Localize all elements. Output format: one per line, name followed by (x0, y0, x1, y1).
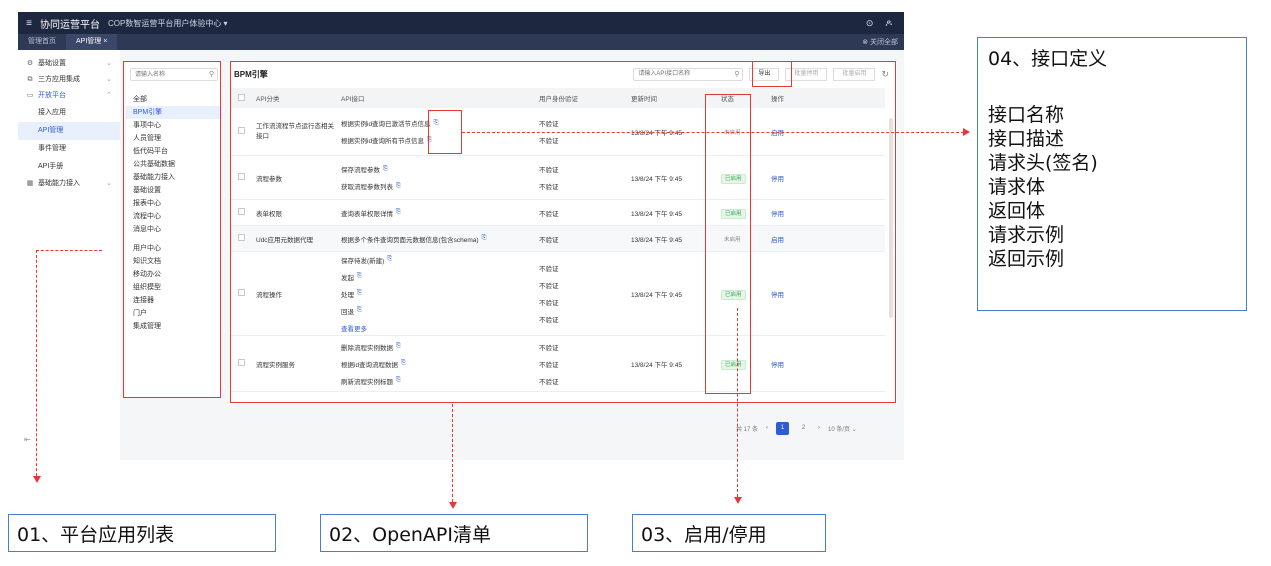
user-icon[interactable]: ዶ (885, 18, 892, 29)
monitor-icon: ▭ (26, 92, 34, 99)
nav-item-event-management[interactable]: 事件管理 (18, 140, 120, 158)
status-column-highlight (705, 94, 751, 394)
nav-group-basic-settings[interactable]: ⚙ 基础设置 ⌄ (18, 56, 120, 72)
doc-icon-highlight (428, 110, 462, 154)
gear-icon: ⚙ (26, 60, 34, 67)
category-list-highlight (123, 61, 221, 398)
brand-title: 协同运营平台 (40, 19, 100, 31)
top-bar: ≡ 协同运营平台 COP数智运营平台用户体验中心 ▾ ⊙ ዶ (18, 12, 904, 34)
enable-disable-callout: 03、启用/停用 (632, 514, 826, 552)
callout-title: 03、启用/停用 (641, 524, 767, 546)
callout-line: 返回示例 (988, 248, 1065, 270)
tab-api-management[interactable]: API管理 × (66, 34, 118, 50)
prev-page-button[interactable]: ‹ (766, 425, 768, 431)
tab-home[interactable]: 管理首页 (18, 34, 66, 50)
nav-group-label: 基础设置 (38, 60, 66, 67)
next-page-button[interactable]: › (818, 425, 820, 431)
integration-icon: ⧉ (27, 76, 33, 83)
arrow-down-icon (734, 497, 742, 504)
connector-line (36, 250, 37, 476)
nav-group-open-platform[interactable]: ▭ 开放平台 ⌃ (18, 88, 120, 104)
callout-line: 返回体 (988, 200, 1046, 222)
callout-line: 请求头(签名) (988, 152, 1098, 174)
collapse-sidebar-icon[interactable]: ⇤ (24, 435, 31, 444)
nav-item-api-manual[interactable]: API手册 (18, 158, 120, 176)
api-list-highlight (230, 61, 896, 403)
grid-icon: ▦ (26, 180, 34, 187)
sidebar-nav: ⚙ 基础设置 ⌄ ⧉ 三方应用集成 ⌄ ▭ 开放平台 ⌃ 接入应用 API管理 … (18, 50, 120, 460)
callout-line: 接口描述 (988, 128, 1065, 150)
callout-title: 02、OpenAPI清单 (329, 524, 491, 546)
page-number[interactable]: 2 (797, 422, 810, 435)
chevron-down-icon: ⌄ (106, 180, 112, 187)
export-highlight (752, 61, 792, 87)
arrow-down-icon (33, 476, 41, 483)
callout-line: 接口名称 (988, 104, 1065, 126)
interface-definition-callout: 04、接口定义 接口名称 接口描述 请求头(签名) 请求体 返回体 请求示例 返… (977, 37, 1247, 311)
close-all-tabs-button[interactable]: ⊗ 关闭全部 (862, 37, 904, 47)
connector-line (452, 404, 453, 502)
nav-group-label: 三方应用集成 (38, 76, 80, 83)
connector-line (462, 132, 964, 133)
callout-line: 请求体 (988, 176, 1046, 198)
page-size-select[interactable]: 10 条/页 ⌄ (828, 424, 857, 433)
menu-icon[interactable]: ≡ (18, 18, 40, 29)
nav-group-label: 开放平台 (38, 92, 66, 99)
callout-line: 请求示例 (988, 224, 1065, 246)
arrow-down-icon (449, 502, 457, 509)
arrow-right-icon (963, 128, 970, 136)
connector-line (36, 250, 102, 251)
tenant-switcher[interactable]: COP数智运营平台用户体验中心 ▾ (108, 18, 228, 29)
total-count: 共 17 条 (736, 426, 759, 433)
nav-group-third-party[interactable]: ⧉ 三方应用集成 ⌄ (18, 72, 120, 88)
nav-group-capability-access[interactable]: ▦ 基础能力接入 ⌄ (18, 176, 120, 192)
help-icon[interactable]: ⊙ (866, 18, 874, 29)
nav-group-label: 基础能力接入 (38, 180, 80, 187)
nav-item-access-apps[interactable]: 接入应用 (18, 104, 120, 122)
chevron-down-icon: ⌄ (106, 76, 112, 83)
chevron-down-icon: ⌄ (106, 60, 112, 67)
callout-title: 04、接口定义 (988, 48, 1108, 70)
tab-bar: 管理首页 API管理 × ⊗ 关闭全部 (18, 34, 904, 50)
connector-line (737, 308, 738, 497)
page-number[interactable]: 1 (776, 421, 790, 435)
app-list-callout: 01、平台应用列表 (8, 514, 276, 552)
callout-title: 01、平台应用列表 (17, 524, 175, 546)
openapi-list-callout: 02、OpenAPI清单 (320, 514, 588, 552)
pagination: 共 17 条 ‹ 1 2 › 10 条/页 ⌄ (736, 421, 857, 435)
nav-item-api-management[interactable]: API管理 (18, 122, 120, 140)
chevron-up-icon: ⌃ (106, 92, 112, 99)
